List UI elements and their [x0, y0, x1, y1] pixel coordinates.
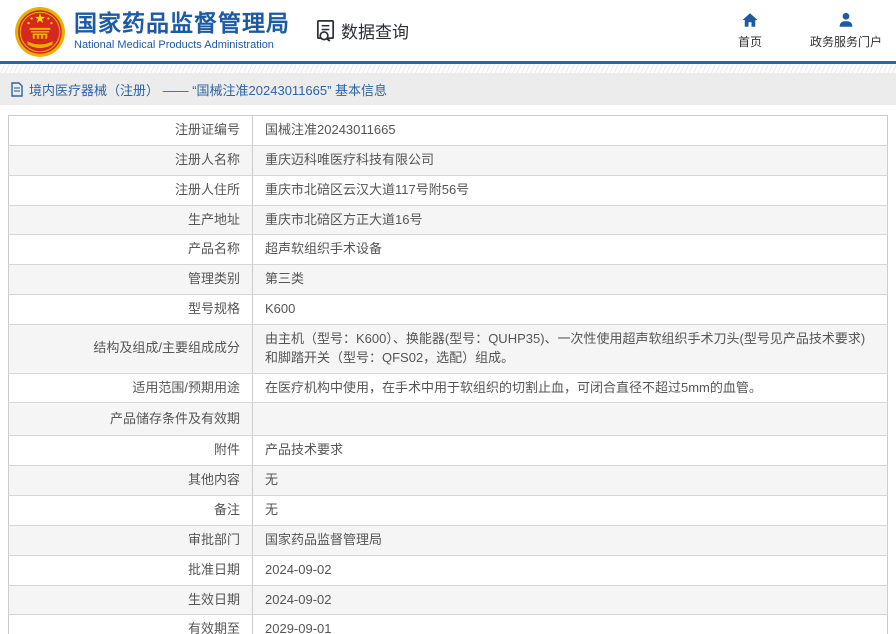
site-title: 国家药品监督管理局: [74, 10, 290, 37]
user-icon: [839, 12, 853, 27]
breadcrumb: 境内医疗器械（注册） —— “国械注准20243011665” 基本信息: [0, 73, 896, 105]
registration-info-table: 注册证编号 国械注准20243011665 注册人名称 重庆迈科唯医疗科技有限公司 注册…: [8, 115, 888, 634]
row-value: 重庆迈科唯医疗科技有限公司: [252, 145, 888, 176]
site-subtitle: National Medical Products Administration: [74, 38, 274, 51]
table-row: 结构及组成/主要组成成分 由主机（型号：K600）、换能器(型号：QUHP35)、…: [8, 324, 888, 374]
table-row: 管理类别 第三类: [8, 264, 888, 296]
hatch-divider: [0, 64, 896, 73]
row-label: 结构及组成/主要组成成分: [8, 324, 253, 374]
row-value: 第三类: [252, 264, 888, 296]
table-row: 注册人名称 重庆迈科唯医疗科技有限公司: [8, 145, 888, 176]
row-label: 适用范围/预期用途: [8, 373, 253, 404]
row-label: 批准日期: [8, 555, 253, 586]
row-value: 由主机（型号：K600）、换能器(型号：QUHP35)、一次性使用超声软组织手术…: [252, 324, 888, 374]
registration-info-section: 注册证编号 国械注准20243011665 注册人名称 重庆迈科唯医疗科技有限公司 注册…: [0, 105, 896, 634]
row-value: 2024-09-02: [252, 555, 888, 586]
table-row: 备注无: [8, 495, 888, 526]
row-label: 注册证编号: [8, 115, 253, 146]
row-label: 型号规格: [8, 294, 253, 325]
row-label: 注册人名称: [8, 145, 253, 176]
table-row: 生产地址 重庆市北碚区方正大道16号: [8, 205, 888, 236]
data-query-label: 数据查询: [341, 23, 409, 42]
row-value: 2024-09-02: [252, 585, 888, 616]
row-label: 有效期至: [8, 614, 253, 634]
table-row: 审批部门 国家药品监督管理局: [8, 525, 888, 556]
data-query-nav[interactable]: 数据查询: [314, 18, 409, 43]
row-value: 无: [252, 495, 888, 526]
row-value: 无: [252, 465, 888, 496]
row-value: 国械注准20243011665: [252, 115, 888, 146]
table-row: 适用范围/预期用途 在医疗机构中使用，在手术中用于软组织的切割止血，可闭合直径不超…: [8, 373, 888, 404]
row-label: 产品名称: [8, 234, 253, 266]
row-label: 管理类别: [8, 264, 253, 296]
row-label: 注册人住所: [8, 175, 253, 206]
row-label: 产品储存条件及有效期: [8, 402, 253, 437]
row-label: 生效日期: [8, 585, 253, 616]
home-link[interactable]: 首页: [738, 11, 762, 50]
row-value: K600: [252, 294, 888, 325]
row-label: 附件: [8, 435, 253, 467]
row-value: [252, 402, 888, 437]
breadcrumb-text: 境内医疗器械（注册） —— “国械注准20243011665” 基本信息: [29, 82, 388, 98]
table-row: 注册证编号 国械注准20243011665: [8, 115, 888, 146]
row-value: 重庆市北碚区云汉大道117号附56号: [252, 175, 888, 206]
row-label: 审批部门: [8, 525, 253, 556]
table-row: 有效期至 2029-09-01: [8, 614, 888, 634]
row-value: 在医疗机构中使用，在手术中用于软组织的切割止血，可闭合直径不超过5mm的血管。: [252, 373, 888, 404]
data-query-icon: [316, 20, 335, 42]
table-row: 附件 产品技术要求: [8, 435, 888, 467]
document-icon: [11, 81, 23, 97]
home-icon: [742, 13, 758, 27]
table-row: 生效日期 2024-09-02: [8, 585, 888, 616]
row-label: 生产地址: [8, 205, 253, 236]
portal-label: 政务服务门户: [809, 35, 882, 49]
table-row: 产品储存条件及有效期: [8, 402, 888, 437]
national-emblem-logo: [15, 6, 65, 57]
table-row: 产品名称 超声软组织手术设备: [8, 234, 888, 266]
table-row: 批准日期 2024-09-02: [8, 555, 888, 586]
row-value: 重庆市北碚区方正大道16号: [252, 205, 888, 236]
brand-block: 国家药品监督管理局 National Medical Products Admi…: [74, 10, 290, 50]
row-label: 其他内容: [8, 465, 253, 496]
row-label: 备注: [8, 495, 253, 526]
table-row: 型号规格 K600: [8, 294, 888, 325]
table-row: 注册人住所 重庆市北碚区云汉大道117号附56号: [8, 175, 888, 206]
info-table-body: 注册证编号 国械注准20243011665 注册人名称 重庆迈科唯医疗科技有限公司 注册…: [8, 115, 888, 634]
row-value: 国家药品监督管理局: [252, 525, 888, 556]
row-value: 超声软组织手术设备: [252, 234, 888, 266]
table-row: 其他内容无: [8, 465, 888, 496]
site-header: 国家药品监督管理局 National Medical Products Admi…: [0, 0, 896, 64]
row-value: 产品技术要求: [252, 435, 888, 467]
row-value: 2029-09-01: [252, 614, 888, 634]
home-label: 首页: [737, 35, 762, 49]
portal-link[interactable]: 政务服务门户: [810, 11, 882, 50]
